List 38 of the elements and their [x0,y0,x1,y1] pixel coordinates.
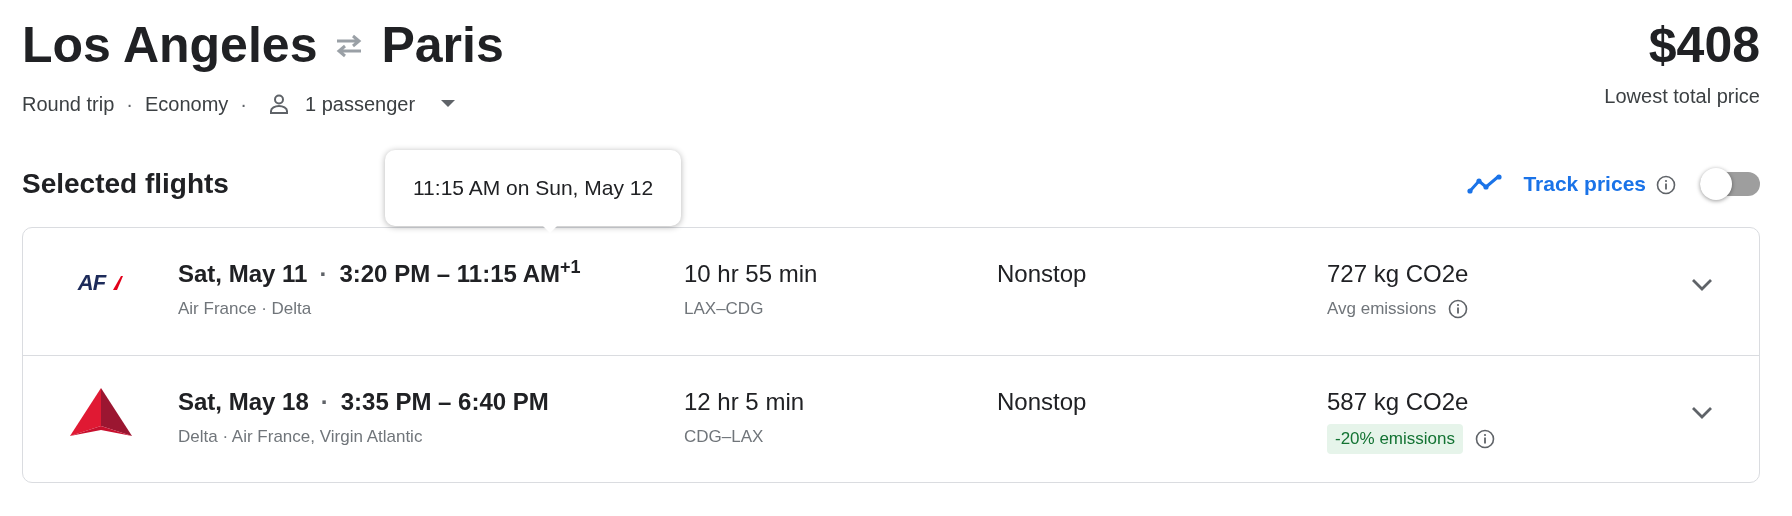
origin-city: Los Angeles [22,18,318,73]
info-icon[interactable] [1475,428,1495,449]
airport-codes: LAX–CDG [684,298,765,320]
flight-times: 3:20 PM – 11:15 AM$^{+1}$ [339,256,581,289]
airport-codes: CDG–LAX [684,426,765,448]
separator-dot: · [240,92,247,117]
stops-label: Nonstop [997,387,1088,417]
airline-logo: AF [77,266,124,299]
info-icon[interactable] [1448,298,1469,319]
price-caption: Lowest total price [1604,84,1760,109]
stops-label: Nonstop [997,259,1088,289]
emissions-badge: -20% emissions [1327,424,1463,454]
flight-duration: 10 hr 55 min [684,259,819,289]
emissions-value: 727 kg CO2e [1327,259,1470,289]
departure-date: Sat, May 11 [178,259,308,289]
dropdown-caret-icon [441,100,456,108]
departure-date: Sat, May 18 [178,387,309,417]
separator-dot: · [319,259,328,289]
section-title: Selected flights [22,167,229,201]
separator-dot: · [126,92,133,117]
track-prices-button[interactable]: Track prices [1467,168,1646,200]
emissions-value: 587 kg CO2e [1327,387,1470,417]
tooltip: 11:15 AM on Sun, May 12 [385,150,682,226]
cabin-class: Economy [144,92,229,117]
emissions-label: Avg emissions [1327,298,1437,320]
trend-line-icon [1467,174,1504,194]
info-icon[interactable] [1656,174,1676,195]
flight-times: 3:35 PM – 6:40 PM [340,387,549,417]
total-price: $408 [1647,18,1760,73]
airline-logo [69,388,132,438]
passenger-selector[interactable]: 1 passenger [259,89,456,119]
person-icon [267,92,291,116]
separator-dot: · [320,387,329,417]
airline-names: Delta · Air France, Virgin Atlantic [178,426,424,448]
trip-type: Round trip [22,92,115,117]
airline-names: Air France · Delta [178,298,313,320]
destination-city: Paris [381,18,504,73]
flight-duration: 12 hr 5 min [684,387,806,417]
